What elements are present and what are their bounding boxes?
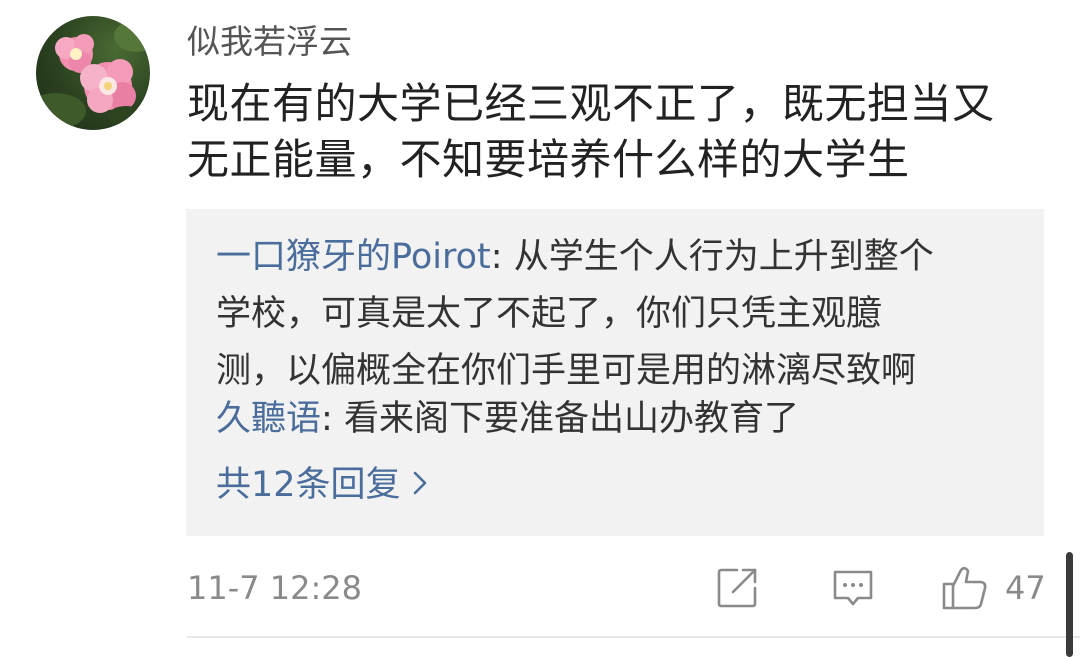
- reply-author[interactable]: 一口獠牙的Poirot: [216, 237, 491, 277]
- comment-text-line: 现在有的大学已经三观不正了，既无担当又: [187, 79, 995, 128]
- comment-icon[interactable]: [831, 566, 875, 610]
- reply-separator: :: [490, 237, 514, 277]
- avatar[interactable]: [36, 16, 150, 130]
- reply-item[interactable]: 久聽语: 看来阁下要准备出山办教育了: [216, 391, 799, 448]
- reply-text: 学校，可真是太了不起了，你们只凭主观臆: [216, 294, 882, 334]
- pink-flower-avatar-icon: [36, 20, 150, 129]
- reply-separator: :: [321, 399, 344, 439]
- reply-line: 一口獠牙的Poirot: 从学生个人行为上升到整个: [216, 229, 934, 286]
- more-replies-label: 共12条回复: [216, 465, 401, 505]
- reply-author[interactable]: 久聽语: [216, 399, 321, 439]
- reply-item[interactable]: 一口獠牙的Poirot: 从学生个人行为上升到整个 学校，可真是太了不起了，你们…: [216, 229, 934, 400]
- share-icon[interactable]: [715, 566, 759, 610]
- comment-username[interactable]: 似我若浮云: [187, 16, 352, 68]
- comment-text: 现在有的大学已经三观不正了，既无担当又 无正能量，不知要培养什么样的大学生: [187, 76, 1057, 188]
- divider: [187, 636, 1080, 638]
- like-button[interactable]: 47: [941, 560, 1047, 616]
- comment-text-line: 无正能量，不知要培养什么样的大学生: [187, 135, 910, 184]
- reply-line: 久聽语: 看来阁下要准备出山办教育了: [216, 391, 799, 448]
- like-count: 47: [1005, 569, 1046, 607]
- comment-timestamp: 11-7 12:28: [187, 569, 363, 607]
- reply-preview-box[interactable]: 一口獠牙的Poirot: 从学生个人行为上升到整个 学校，可真是太了不起了，你们…: [186, 209, 1044, 536]
- like-icon: [941, 564, 989, 612]
- chevron-right-icon: [411, 458, 429, 515]
- comment-item: 似我若浮云 现在有的大学已经三观不正了，既无担当又 无正能量，不知要培养什么样的…: [0, 0, 1080, 657]
- reply-text: 从学生个人行为上升到整个: [513, 237, 934, 277]
- reply-text: 看来阁下要准备出山办教育了: [343, 399, 799, 439]
- view-more-replies-link[interactable]: 共12条回复: [216, 457, 429, 515]
- scrollbar[interactable]: [1066, 552, 1073, 657]
- comment-meta-row: 11-7 12:28 47: [187, 560, 1047, 616]
